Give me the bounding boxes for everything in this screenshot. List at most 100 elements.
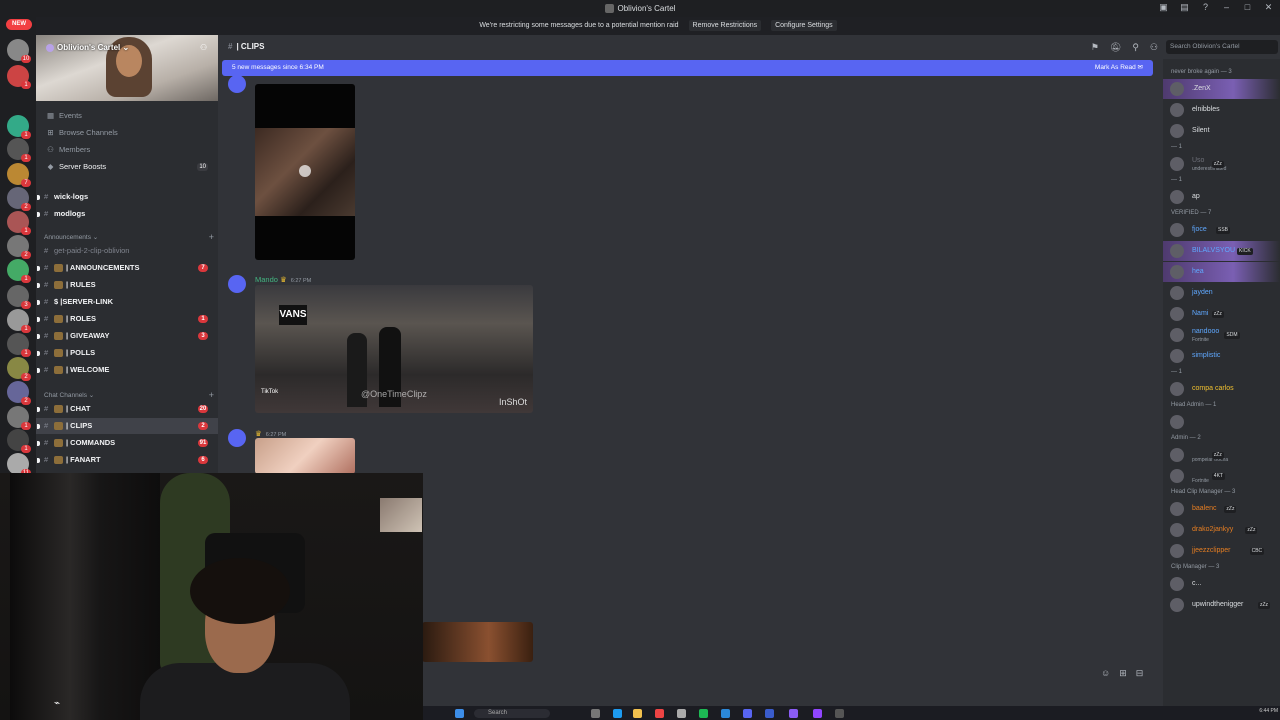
channel-item[interactable]: # | CLIPS 2	[36, 418, 218, 434]
settings-icon[interactable]	[835, 709, 844, 718]
emoji-icon[interactable]: ☺	[1101, 668, 1110, 679]
twitch-icon[interactable]	[813, 709, 822, 718]
channel-item[interactable]: # | RULES	[36, 277, 218, 293]
configure-settings-button[interactable]: Configure Settings	[771, 20, 837, 31]
apps-icon[interactable]: ⊞	[1119, 668, 1127, 679]
member-item[interactable]: ap	[1163, 187, 1280, 207]
taskbar-search[interactable]: Search	[474, 709, 550, 718]
member-item[interactable]: baalenc zZz	[1163, 499, 1280, 519]
member-item[interactable]: compa carlos	[1163, 379, 1280, 399]
message-avatar[interactable]	[228, 275, 246, 293]
member-item[interactable]: Fortnite 4KT	[1163, 466, 1280, 486]
server-icon[interactable]: 3	[7, 285, 31, 309]
member-item[interactable]	[1163, 412, 1280, 432]
member-item[interactable]: nandooo Fortnite SDM	[1163, 325, 1280, 345]
server-icon[interactable]: 7	[7, 163, 31, 187]
server-icon[interactable]: 2	[7, 187, 31, 211]
nav-browse-channels[interactable]: ⊞ Browse Channels	[36, 125, 218, 141]
close-icon[interactable]: ✕	[1263, 2, 1274, 13]
store-icon[interactable]	[677, 709, 686, 718]
play-icon[interactable]	[299, 165, 311, 177]
channel-modlogs[interactable]: # modlogs	[36, 206, 218, 222]
channel-item[interactable]: # | FANART 6	[36, 452, 218, 468]
add-channel-icon[interactable]: +	[209, 232, 214, 242]
image-attachment[interactable]	[255, 438, 355, 474]
nav-members[interactable]: ⚇ Members	[36, 142, 218, 158]
channel-wick-logs[interactable]: # wick-logs	[36, 189, 218, 205]
taskview-icon[interactable]	[591, 709, 600, 718]
member-item[interactable]: elnibbles	[1163, 100, 1280, 120]
member-item[interactable]: c...	[1163, 574, 1280, 594]
member-item[interactable]: BILALVSYOU KICK	[1163, 241, 1280, 261]
inbox-badge-icon[interactable]: ▤	[1179, 2, 1190, 13]
channel-item[interactable]: # | GIVEAWAY 3	[36, 328, 218, 344]
search-input[interactable]: Search Oblivion's Cartel	[1166, 40, 1278, 54]
server-banner[interactable]: Oblivion's Cartel ⌄ ⚇	[36, 35, 218, 101]
app-icon[interactable]	[789, 709, 798, 718]
channel-item[interactable]: # | CHAT 20	[36, 401, 218, 417]
mark-as-read-button[interactable]: Mark As Read ✉	[1095, 60, 1143, 76]
category-chat-channels[interactable]: Chat Channels ⌄ +	[44, 390, 214, 400]
member-list-icon[interactable]: ⚇	[1150, 42, 1158, 53]
channel-item[interactable]: # $ |SERVER-LINK	[36, 294, 218, 310]
server-icon[interactable]: 2	[7, 381, 31, 405]
channel-item[interactable]: # | ANNOUNCEMENTS 7	[36, 260, 218, 276]
server-icon[interactable]: 1	[7, 211, 31, 235]
threads-icon[interactable]: ⚑	[1091, 42, 1099, 53]
server-icon[interactable]: 1	[7, 65, 31, 89]
channel-item[interactable]: # | WELCOME	[36, 362, 218, 378]
gift-icon[interactable]: ⊟	[1136, 668, 1144, 679]
member-item[interactable]: Silent	[1163, 121, 1280, 141]
inbox-icon[interactable]: ▣	[1158, 2, 1169, 13]
server-icon[interactable]: 1	[7, 429, 31, 453]
server-icon[interactable]: 11	[7, 453, 31, 477]
add-channel-icon[interactable]: +	[209, 390, 214, 400]
minimize-icon[interactable]: –	[1221, 2, 1232, 13]
remove-restrictions-button[interactable]: Remove Restrictions	[688, 20, 762, 31]
mute-bell-icon[interactable]: 🔕︎	[1110, 42, 1121, 53]
message-author[interactable]: ♛ 6:27 PM	[255, 429, 286, 438]
channel-item[interactable]: # get-paid-2-clip-oblivion	[36, 243, 218, 259]
server-icon[interactable]: 1	[7, 138, 31, 162]
server-icon[interactable]: 1	[7, 115, 31, 139]
video-attachment[interactable]	[255, 84, 355, 260]
help-icon[interactable]: ?	[1200, 2, 1211, 13]
category-announcements[interactable]: Announcements ⌄ +	[44, 232, 214, 242]
new-badge[interactable]: NEW	[6, 19, 32, 30]
member-item[interactable]: .ZenX	[1163, 79, 1280, 99]
member-item[interactable]: hea	[1163, 262, 1280, 282]
server-icon[interactable]: 1	[7, 406, 31, 430]
server-icon[interactable]: 1	[7, 309, 31, 333]
member-item[interactable]: jjeezzclipper CBC	[1163, 541, 1280, 561]
channel-item[interactable]: # | ROLES 1	[36, 311, 218, 327]
member-item[interactable]: upwindthenigger zZz	[1163, 595, 1280, 615]
channel-item[interactable]: # | POLLS	[36, 345, 218, 361]
member-item[interactable]: drako2jankyy zZz	[1163, 520, 1280, 540]
message-avatar[interactable]	[228, 75, 246, 93]
explorer-icon[interactable]	[633, 709, 642, 718]
member-item[interactable]: Nami zZz	[1163, 304, 1280, 324]
spotify-icon[interactable]	[699, 709, 708, 718]
message-author[interactable]: Mando ♛ 6:27 PM	[255, 275, 311, 284]
edge-icon[interactable]	[613, 709, 622, 718]
chrome-icon[interactable]	[655, 709, 664, 718]
maximize-icon[interactable]: □	[1242, 2, 1253, 13]
start-icon[interactable]	[455, 709, 464, 718]
server-icon[interactable]: 1	[7, 259, 31, 283]
server-icon[interactable]: 1	[7, 333, 31, 357]
server-icon[interactable]: 2	[7, 357, 31, 381]
member-item[interactable]: jayden	[1163, 283, 1280, 303]
member-item[interactable]: Uso underestimated zZz	[1163, 154, 1280, 174]
invite-people-icon[interactable]: ⚇	[200, 43, 208, 52]
new-messages-bar[interactable]: 5 new messages since 6:34 PM Mark As Rea…	[222, 60, 1153, 76]
server-icon[interactable]: 10	[7, 39, 31, 63]
nav-server-boosts[interactable]: ◆ Server Boosts 10	[36, 159, 218, 175]
member-item[interactable]: pompeiar trocha zZz	[1163, 445, 1280, 465]
nav-events[interactable]: ▦ Events	[36, 108, 218, 124]
channel-item[interactable]: # | COMMANDS 91	[36, 435, 218, 451]
message-avatar[interactable]	[228, 429, 246, 447]
server-name[interactable]: Oblivion's Cartel ⌄	[46, 43, 129, 52]
member-item[interactable]: simplistic	[1163, 346, 1280, 366]
video-attachment[interactable]: VANS TikTok @OneTimeClipz InShOt	[255, 285, 533, 413]
app-icon[interactable]	[721, 709, 730, 718]
